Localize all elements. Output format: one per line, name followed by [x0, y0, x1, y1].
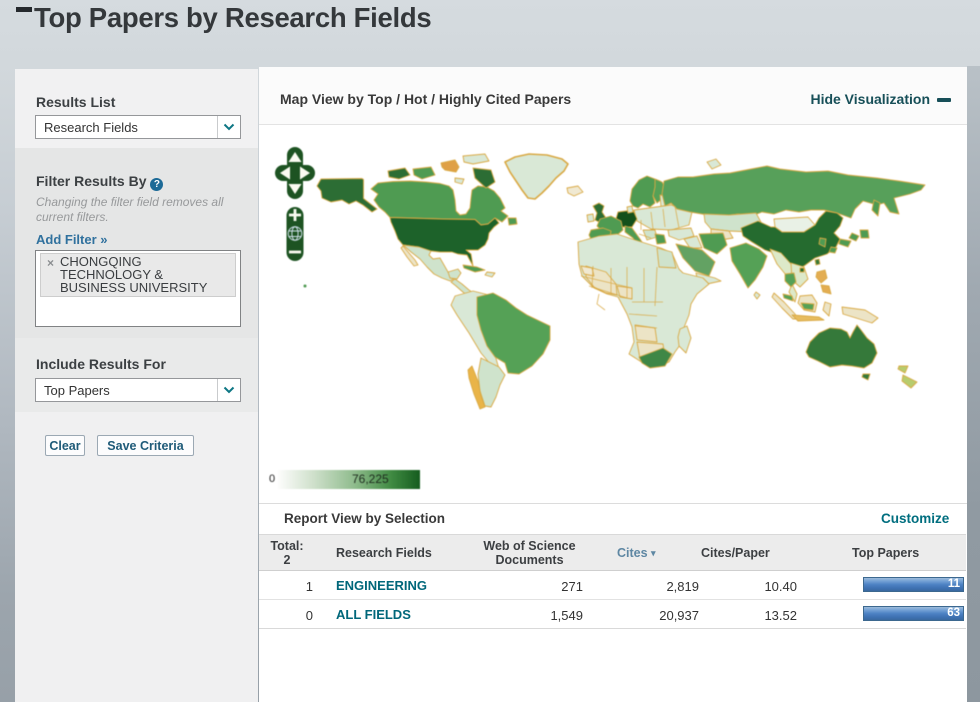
svg-text:0: 0 — [269, 473, 275, 485]
svg-text:76,225: 76,225 — [352, 472, 389, 486]
